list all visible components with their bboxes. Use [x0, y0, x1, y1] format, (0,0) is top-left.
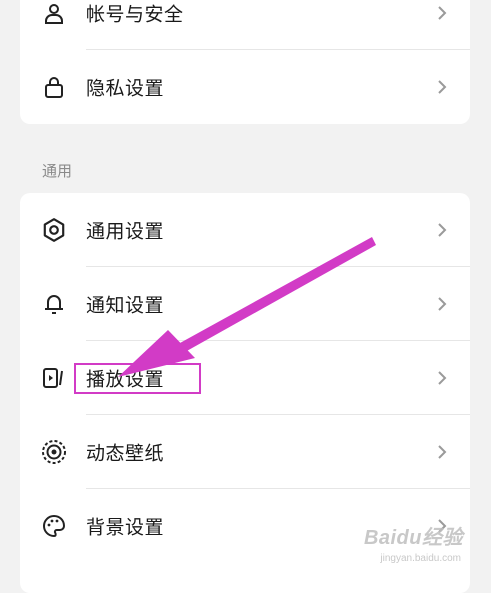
- general-settings-label: 通用设置: [86, 220, 165, 243]
- account-security-label: 帐号与安全: [86, 3, 184, 26]
- live-wallpaper-icon: [40, 438, 68, 466]
- background-settings-label: 背景设置: [86, 516, 165, 539]
- account-security-row[interactable]: 帐号与安全: [20, 0, 470, 50]
- general-settings-row[interactable]: 通用设置: [20, 193, 470, 267]
- chevron-right-icon: [438, 223, 447, 237]
- notification-settings-label: 通知设置: [86, 294, 165, 317]
- watermark-logo: Baidu经验: [363, 527, 463, 549]
- person-icon: [40, 0, 68, 27]
- privacy-settings-row[interactable]: 隐私设置: [20, 50, 470, 124]
- watermark-url: jingyan.baidu.com: [380, 553, 461, 564]
- chevron-right-icon: [438, 371, 447, 385]
- chevron-right-icon: [438, 80, 447, 94]
- chevron-right-icon: [438, 6, 447, 20]
- playback-settings-row[interactable]: 播放设置: [20, 341, 470, 415]
- lock-icon: [40, 73, 68, 101]
- gear-icon: [40, 216, 68, 244]
- palette-icon: [40, 512, 68, 540]
- notification-settings-row[interactable]: 通知设置: [20, 267, 470, 341]
- live-wallpaper-row[interactable]: 动态壁纸: [20, 415, 470, 489]
- play-screen-icon: [40, 364, 68, 392]
- privacy-settings-label: 隐私设置: [86, 77, 165, 100]
- playback-settings-label: 播放设置: [86, 368, 165, 391]
- account-settings-card: 帐号与安全 隐私设置: [20, 0, 470, 124]
- bell-icon: [40, 290, 68, 318]
- chevron-right-icon: [438, 297, 447, 311]
- chevron-right-icon: [438, 445, 447, 459]
- section-title-general: 通用: [42, 162, 73, 180]
- live-wallpaper-label: 动态壁纸: [86, 442, 165, 465]
